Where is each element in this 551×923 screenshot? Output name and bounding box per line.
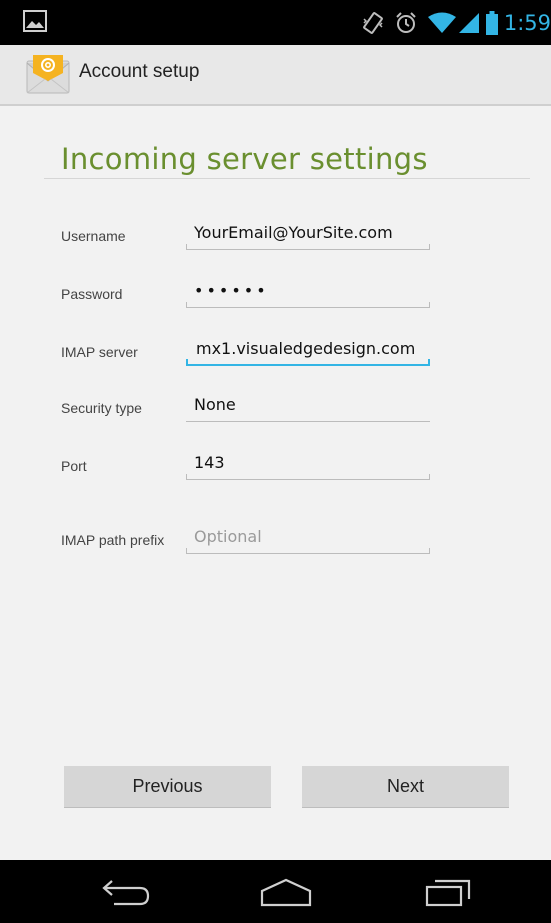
password-label: Password <box>61 286 123 302</box>
password-value: •••••• <box>194 281 269 300</box>
port-value: 143 <box>194 453 225 472</box>
recent-apps-icon <box>425 879 471 907</box>
imap-server-value: mx1.visualedgedesign.com <box>196 339 416 358</box>
imap-server-underline-focused <box>186 359 430 366</box>
username-label: Username <box>61 228 126 244</box>
imap-server-field[interactable]: mx1.visualedgedesign.com <box>186 332 430 366</box>
security-type-label: Security type <box>61 400 142 416</box>
back-icon <box>102 880 150 906</box>
navigation-bar <box>0 860 551 923</box>
password-underline <box>186 302 430 308</box>
imap-server-label: IMAP server <box>61 344 138 360</box>
username-underline <box>186 244 430 250</box>
imap-path-prefix-label: IMAP path prefix <box>61 532 165 548</box>
port-underline <box>186 474 430 480</box>
action-bar-title: Account setup <box>79 61 200 82</box>
home-icon <box>260 878 312 907</box>
imap-path-prefix-placeholder: Optional <box>194 527 262 546</box>
home-button[interactable] <box>246 870 326 914</box>
security-type-spinner[interactable]: None <box>186 388 430 422</box>
recent-apps-button[interactable] <box>408 870 488 914</box>
image-notification-icon <box>23 10 47 32</box>
screen: 1:59 Account setup Incoming server setti… <box>0 0 551 923</box>
imap-path-prefix-field[interactable]: Optional <box>186 520 430 554</box>
back-button[interactable] <box>86 870 166 914</box>
port-label: Port <box>61 458 87 474</box>
page-title: Incoming server settings <box>61 142 428 176</box>
status-bar: 1:59 <box>0 0 551 45</box>
status-icons: 1:59 <box>362 0 551 45</box>
port-field[interactable]: 143 <box>186 446 430 480</box>
security-type-value: None <box>194 395 236 414</box>
security-type-underline <box>186 421 430 422</box>
imap-path-prefix-underline <box>186 548 430 554</box>
vibrate-icon <box>362 11 383 34</box>
password-field[interactable]: •••••• <box>186 274 430 308</box>
username-value: YourEmail@YourSite.com <box>194 223 393 242</box>
wifi-icon <box>427 12 456 33</box>
previous-button[interactable]: Previous <box>64 766 271 808</box>
email-app-icon <box>26 55 70 94</box>
heading-divider <box>44 178 530 179</box>
signal-icon <box>458 12 479 33</box>
battery-icon <box>485 10 498 35</box>
clock: 1:59 <box>503 10 551 35</box>
alarm-icon <box>396 11 416 33</box>
next-button[interactable]: Next <box>302 766 509 808</box>
username-field[interactable]: YourEmail@YourSite.com <box>186 216 430 250</box>
action-bar: Account setup <box>0 45 551 106</box>
